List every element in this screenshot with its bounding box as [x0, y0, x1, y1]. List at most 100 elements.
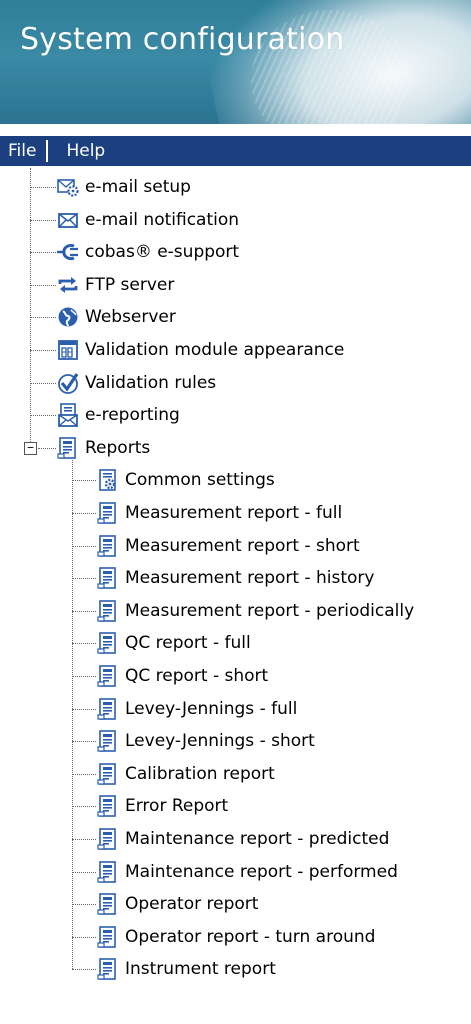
window-title: System configuration	[20, 22, 345, 57]
tree-connector	[30, 187, 56, 188]
envelope-icon	[56, 208, 80, 232]
tree-connector	[30, 317, 56, 319]
tree-item-label: FTP server	[85, 274, 175, 295]
tree-item-label: Measurement report - periodically	[125, 600, 415, 621]
tree-connector	[72, 741, 96, 743]
collapse-toggle[interactable]: −	[24, 441, 37, 455]
tree-item-label: Levey-Jennings - short	[125, 731, 315, 752]
tree-item-label: Instrument report	[125, 959, 276, 980]
tree-connector	[72, 610, 96, 612]
tree-connector	[72, 806, 96, 808]
tree-item-maintenance-report-predicted[interactable]: Maintenance report - predicted	[96, 823, 389, 855]
tree-item-label: Measurement report - full	[125, 503, 343, 523]
sync-arrows-icon	[56, 273, 80, 297]
tree-connector	[30, 415, 56, 417]
tree-item-common-settings[interactable]: Common settings	[96, 464, 275, 496]
config-tree: e-mail setup e-mail notification cobas® e-…	[0, 168, 471, 1024]
tree-item-label: cobas® e-support	[85, 242, 240, 263]
report-icon	[96, 599, 120, 623]
tree-connector	[30, 219, 56, 221]
tree-item-qc-report-full[interactable]: QC report - full	[96, 627, 251, 659]
tree-item-measurement-report-full[interactable]: Measurement report - full	[96, 497, 342, 529]
tree-item-calibration-report[interactable]: Calibration report	[96, 758, 275, 790]
report-icon	[96, 892, 120, 916]
tree-item-label: e-mail notification	[85, 209, 240, 230]
tree-item-label: Validation rules	[85, 372, 217, 393]
tree-item-label: Levey-Jennings - full	[125, 698, 298, 719]
tree-connector	[72, 459, 73, 970]
report-icon	[96, 729, 120, 753]
tree-connector	[30, 284, 56, 286]
tree-item-maintenance-report-performed[interactable]: Maintenance report - performed	[96, 856, 398, 888]
email-setup-icon	[56, 175, 80, 199]
report-envelope-icon	[56, 403, 80, 428]
tree-connector	[72, 936, 96, 938]
tree-item-levey-jennings-full[interactable]: Levey-Jennings - full	[96, 693, 297, 725]
tree-item-instrument-report[interactable]: Instrument report	[96, 953, 276, 985]
tree-item-label: Maintenance report - performed	[125, 861, 398, 882]
tree-item-measurement-report-periodically[interactable]: Measurement report - periodically	[96, 595, 414, 627]
tree-connector	[72, 545, 96, 547]
report-icon	[96, 697, 120, 721]
tree-item-e-mail-notification[interactable]: e-mail notification	[56, 204, 239, 236]
report-icon	[96, 631, 120, 655]
tree-connector	[72, 578, 96, 580]
tree-connector	[72, 643, 96, 645]
menu-bar: File Help	[0, 136, 471, 166]
tree-item-operator-report-turn-around[interactable]: Operator report - turn around	[96, 921, 375, 953]
report-icon	[96, 827, 120, 851]
menu-separator	[46, 140, 49, 162]
tree-item-measurement-report-short[interactable]: Measurement report - short	[96, 530, 360, 562]
tree-item-qc-report-short[interactable]: QC report - short	[96, 660, 268, 692]
tree-connector	[72, 480, 96, 482]
grid-window-icon	[56, 338, 80, 362]
report-icon	[96, 925, 120, 949]
report-icon	[96, 566, 120, 590]
tree-item-label: Webserver	[85, 307, 176, 328]
report-icon	[96, 762, 120, 786]
tree-item-label: Reports	[85, 437, 151, 458]
report-icon	[96, 957, 120, 981]
tree-connector	[30, 168, 31, 442]
report-icon	[96, 860, 120, 884]
tree-item-e-reporting[interactable]: e-reporting	[56, 399, 180, 431]
globe-icon	[56, 305, 80, 329]
tree-connector	[30, 350, 56, 351]
tree-item-error-report[interactable]: Error Report	[96, 790, 228, 822]
report-icon	[96, 664, 120, 688]
menu-file[interactable]: File	[0, 141, 42, 161]
report-icon	[56, 436, 80, 460]
tree-item-cobas-e-support[interactable]: cobas® e-support	[56, 236, 239, 268]
checkmark-icon	[56, 371, 80, 395]
tree-item-validation-rules[interactable]: Validation rules	[56, 367, 216, 399]
tree-connector	[72, 839, 96, 840]
tree-item-label: Calibration report	[125, 763, 275, 784]
tree-item-label: QC report - short	[125, 666, 269, 686]
tree-item-ftp-server[interactable]: FTP server	[56, 269, 174, 301]
plug-icon	[56, 240, 80, 264]
tree-item-label: Operator report - turn around	[125, 926, 376, 947]
tree-connector	[38, 447, 56, 449]
tree-item-validation-module-appearance[interactable]: Validation module appearance	[56, 334, 344, 366]
tree-connector	[72, 871, 96, 873]
report-icon	[96, 534, 120, 558]
tree-item-measurement-report-history[interactable]: Measurement report - history	[96, 562, 374, 594]
header-banner: System configuration	[0, 0, 471, 124]
tree-item-label: e-mail setup	[85, 177, 191, 197]
tree-item-levey-jennings-short[interactable]: Levey-Jennings - short	[96, 725, 315, 757]
menu-help[interactable]: Help	[58, 141, 111, 161]
tree-item-operator-report[interactable]: Operator report	[96, 888, 258, 920]
report-gear-icon	[96, 468, 120, 492]
tree-item-e-mail-setup[interactable]: e-mail setup	[56, 171, 191, 203]
tree-item-webserver[interactable]: Webserver	[56, 301, 176, 333]
tree-item-label: Validation module appearance	[85, 340, 345, 360]
tree-item-label: QC report - full	[125, 633, 251, 654]
report-icon	[96, 794, 120, 818]
tree-item-reports[interactable]: Reports	[56, 432, 150, 464]
tree-item-label: e-reporting	[85, 405, 180, 426]
tree-connector	[30, 382, 56, 384]
tree-item-label: Operator report	[125, 894, 259, 915]
tree-item-label: Common settings	[125, 470, 275, 491]
tree-connector	[72, 513, 96, 514]
tree-connector	[72, 676, 96, 677]
